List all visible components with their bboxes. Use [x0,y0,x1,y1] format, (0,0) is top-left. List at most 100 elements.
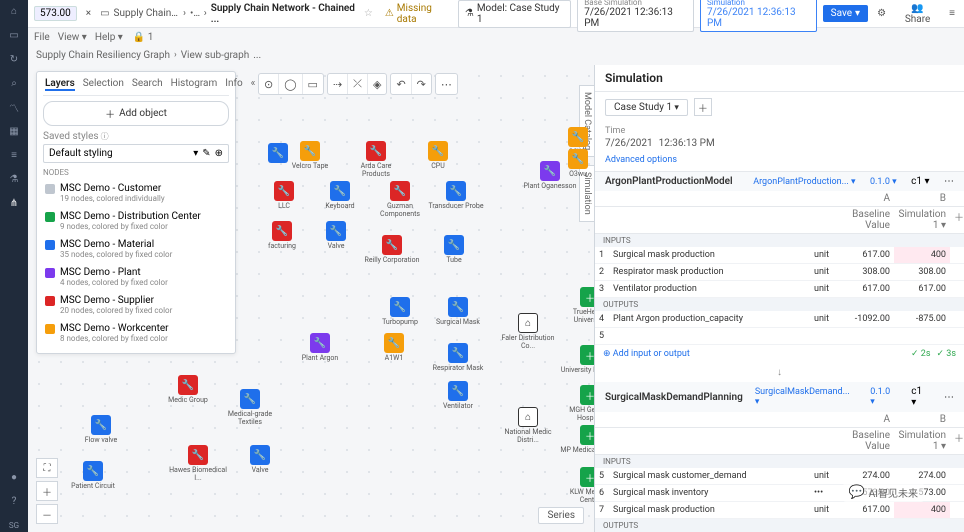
gear-icon[interactable]: ⚙ [874,5,889,22]
model-more-icon[interactable]: ⋯ [944,392,954,403]
graph-node[interactable]: ＋ [580,425,594,445]
col-select[interactable]: c1 ▾ [911,386,929,408]
graph-canvas[interactable]: Layers Selection Search Histogram Info «… [28,65,594,532]
graph-node[interactable]: 🔧 [178,375,198,395]
tab-info[interactable]: Info [225,78,242,91]
crumb-graph[interactable]: Supply Chain Resiliency Graph [36,50,170,61]
graph-node[interactable]: 🔧 [448,381,468,401]
table-row[interactable]: 4Plant Argon production_capacityunit-109… [595,311,964,328]
crumb-1[interactable]: Supply Chain ... [114,8,179,19]
node-type-item[interactable]: MSC Demo - Supplier20 nodes, colored by … [43,291,229,319]
table-row[interactable]: 2Respirator mask productionunit308.00308… [595,264,964,281]
graph-node[interactable]: 🔧 [384,333,404,353]
advanced-options-link[interactable]: Advanced options [595,155,964,171]
sim-case-tab[interactable]: Case Study 1 ▾ [605,99,688,116]
tool-link[interactable]: ⇢ [328,74,347,94]
close-chip-icon[interactable]: × [83,5,94,22]
graph-node[interactable]: 🔧 [272,221,292,241]
node-type-item[interactable]: MSC Demo - Plant4 nodes, colored by fixe… [43,263,229,291]
graph-node[interactable]: 🔧 [268,143,288,163]
style-select[interactable]: Default styling▾ ✎ ⊕ [43,144,229,163]
model-more-icon[interactable]: ⋯ [944,176,954,187]
table-row[interactable]: 1Surgical mask productionunit617.00400 [595,247,964,264]
tool-more[interactable]: ⋯ [436,74,457,94]
tool-rect[interactable]: ▭ [302,74,323,94]
share-button[interactable]: 👥 Share [895,0,940,28]
grid-icon[interactable]: ▦ [7,124,21,138]
edit-icon[interactable]: ✎ [202,148,210,159]
layers-icon[interactable]: ≡ [7,148,21,162]
star-icon[interactable]: ☆ [364,8,373,19]
graph-node[interactable]: 🔧 [83,461,103,481]
tool-tag[interactable]: ◈ [367,74,386,94]
graph-node[interactable]: 🔧 [448,343,468,363]
graph-node[interactable]: 🔧 [300,141,320,161]
add-col-icon[interactable]: ＋ [950,428,964,454]
graph-node[interactable]: ⌂ [518,407,538,427]
tool-unlink[interactable]: ⤫ [347,74,367,94]
home-icon[interactable]: ⌂ [7,4,21,18]
flask-icon[interactable]: ⚗ [7,172,21,186]
crumb-2[interactable]: ••• [190,8,200,19]
metric-chip[interactable]: 573.00 [34,6,77,21]
zoom-in-icon[interactable]: ＋ [36,481,58,501]
graph-node[interactable]: 🔧 [366,141,386,161]
node-type-item[interactable]: MSC Demo - Distribution Center9 nodes, c… [43,207,229,235]
tab-histogram[interactable]: Histogram [171,78,218,91]
search-icon[interactable]: ⌕ [7,76,21,90]
tab-search[interactable]: Search [132,78,163,91]
table-row[interactable]: 7Surgical mask productionunit617.00400 [595,502,964,519]
tool-pointer[interactable]: ⊙ [259,74,278,94]
menu-view[interactable]: View ▾ [58,32,87,43]
graph-node[interactable]: 🔧 [274,181,294,201]
tool-redo[interactable]: ↷ [411,74,431,94]
add-style-icon[interactable]: ⊕ [215,148,223,159]
graph-node[interactable]: 🔧 [568,149,588,169]
graph-node[interactable]: 🔧 [326,221,346,241]
tab-selection[interactable]: Selection [83,78,124,91]
col-select[interactable]: c1 ▾ [911,176,929,187]
menu-icon[interactable]: ≡ [946,5,958,22]
user-badge[interactable]: SG [7,518,21,532]
help-icon[interactable]: ? [7,494,21,508]
save-button[interactable]: Save ▾ [823,5,868,22]
history-icon[interactable]: ↻ [7,52,21,66]
series-button[interactable]: Series [538,507,584,524]
add-col-icon[interactable]: ＋ [950,207,964,233]
graph-node[interactable]: ＋ [580,467,594,487]
table-row[interactable]: 5 [595,328,964,345]
node-type-item[interactable]: MSC Demo - Material35 nodes, colored by … [43,235,229,263]
add-case-button[interactable]: ＋ [694,98,712,116]
crumb-subgraph[interactable]: View sub-graph [181,50,250,61]
graph-node[interactable]: 🔧 [91,415,111,435]
table-row[interactable]: 3Ventilator productionunit617.00617.00 [595,281,964,298]
node-type-item[interactable]: MSC Demo - Workcenter8 nodes, colored by… [43,319,229,347]
graph-node[interactable]: ⌂ [518,313,538,333]
graph-node[interactable]: 🔧 [188,445,208,465]
zoom-fit-icon[interactable]: ⛶ [36,458,58,478]
zoom-out-icon[interactable]: － [36,504,58,524]
folder-icon[interactable]: ▭ [7,28,21,42]
version-select[interactable]: 0.1.0 ▾ [870,177,897,187]
graph-node[interactable]: 🔧 [448,297,468,317]
graph-icon[interactable]: ⋔ [7,196,21,210]
graph-node[interactable]: ＋ [580,385,594,405]
graph-node[interactable]: 🔧 [390,181,410,201]
tool-lasso[interactable]: ◯ [278,74,301,94]
collapse-icon[interactable]: « [251,78,256,91]
add-object-button[interactable]: ＋ Add object [43,101,229,126]
model-selector[interactable]: ⚗ Model: Case Study 1 [458,0,571,28]
node-type-item[interactable]: MSC Demo - Customer19 nodes, colored ind… [43,179,229,207]
tab-layers[interactable]: Layers [45,78,75,91]
model-select[interactable]: SurgicalMaskDemand... ▾ [755,387,856,407]
menu-file[interactable]: File [34,32,50,43]
graph-node[interactable]: 🔧 [240,389,260,409]
missing-data-warning[interactable]: ⚠ Missing data [385,3,452,25]
graph-node[interactable]: 🔧 [446,181,466,201]
tool-undo[interactable]: ↶ [391,74,410,94]
version-select[interactable]: 0.1.0 ▾ [870,387,897,407]
chart-icon[interactable]: 〽 [7,100,21,114]
graph-node[interactable]: 🔧 [428,141,448,161]
graph-node[interactable]: 🔧 [310,333,330,353]
graph-node[interactable]: 🔧 [250,445,270,465]
